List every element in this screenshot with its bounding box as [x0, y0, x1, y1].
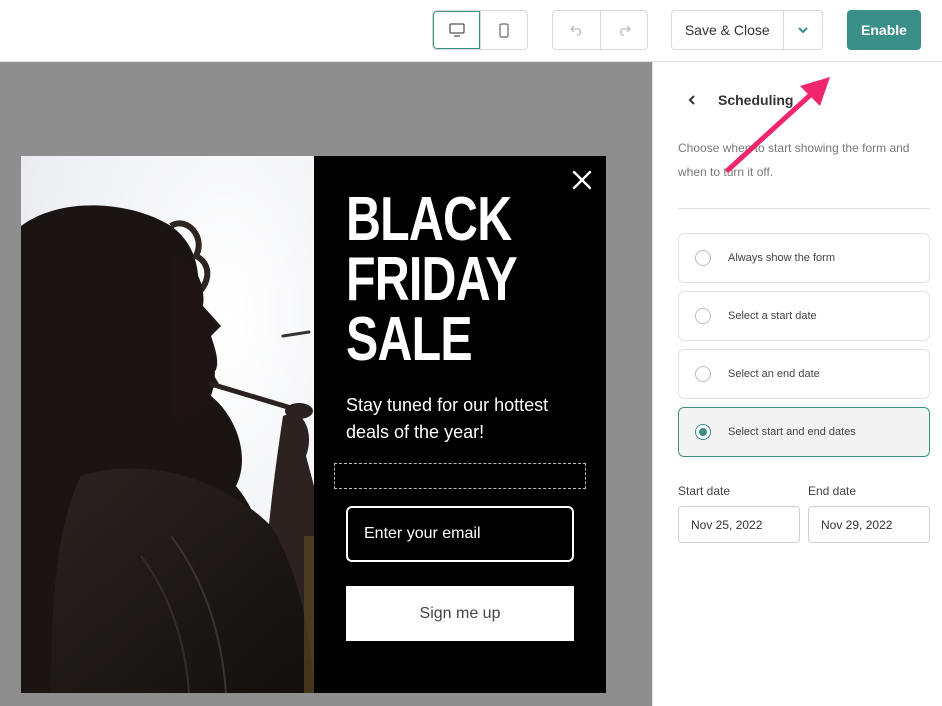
undo-icon [569, 25, 581, 36]
option-label: Always show the form [728, 252, 835, 264]
option-label: Select an end date [728, 368, 820, 380]
top-toolbar: Save & Close Enable [0, 0, 942, 62]
mobile-icon [499, 22, 509, 38]
schedule-option-start[interactable]: Select a start date [678, 291, 930, 341]
hero-photo [21, 156, 314, 693]
empty-block-placeholder[interactable] [334, 463, 586, 489]
back-chevron-icon[interactable] [686, 94, 698, 106]
redo-button[interactable] [600, 11, 647, 49]
radio-button[interactable] [695, 250, 711, 266]
save-group: Save & Close [671, 10, 823, 50]
history-controls [552, 10, 648, 50]
panel-description: Choose when to start showing the form an… [678, 141, 910, 179]
mobile-view-button[interactable] [480, 11, 527, 49]
popup-headline: BLACK FRIDAY SALE [346, 185, 518, 374]
panel-header: Scheduling [686, 92, 793, 108]
option-label: Select start and end dates [728, 426, 856, 438]
redo-icon [620, 25, 631, 36]
enable-button[interactable]: Enable [847, 10, 921, 50]
save-options-button[interactable] [782, 11, 822, 49]
radio-button[interactable] [695, 308, 711, 324]
headline-line: BLACK [346, 185, 512, 254]
woman-silhouette-image [21, 156, 314, 693]
option-label: Select a start date [728, 310, 817, 322]
headline-line: SALE [346, 305, 473, 374]
close-icon[interactable] [572, 170, 592, 190]
settings-panel: Scheduling Choose when to start showing … [652, 62, 942, 706]
device-toggle [432, 10, 528, 50]
schedule-option-end[interactable]: Select an end date [678, 349, 930, 399]
undo-button[interactable] [553, 11, 600, 49]
desktop-view-button[interactable] [433, 11, 480, 49]
start-date-field[interactable]: Nov 25, 2022 [678, 506, 800, 543]
desktop-icon [448, 23, 465, 37]
radio-button[interactable] [695, 424, 711, 440]
start-date-label: Start date [678, 484, 731, 498]
panel-title: Scheduling [718, 92, 794, 108]
popup-content: BLACK FRIDAY SALE Stay tuned for our hot… [314, 156, 606, 693]
popup-subtext: Stay tuned for our hottest deals of the … [346, 395, 549, 442]
chevron-down-icon [798, 27, 808, 34]
save-close-button[interactable]: Save & Close [672, 11, 783, 49]
divider [678, 208, 930, 209]
schedule-option-start-end[interactable]: Select start and end dates [678, 407, 930, 457]
radio-button[interactable] [695, 366, 711, 382]
end-date-label: End date [808, 484, 857, 498]
schedule-option-always[interactable]: Always show the form [678, 233, 930, 283]
signup-popup: BLACK FRIDAY SALE Stay tuned for our hot… [21, 156, 606, 693]
end-date-field[interactable]: Nov 29, 2022 [808, 506, 930, 543]
email-field[interactable]: Enter your email [346, 506, 574, 562]
sign-up-button[interactable]: Sign me up [346, 586, 574, 641]
editor-canvas: BLACK FRIDAY SALE Stay tuned for our hot… [0, 62, 652, 706]
headline-line: FRIDAY [346, 245, 518, 314]
